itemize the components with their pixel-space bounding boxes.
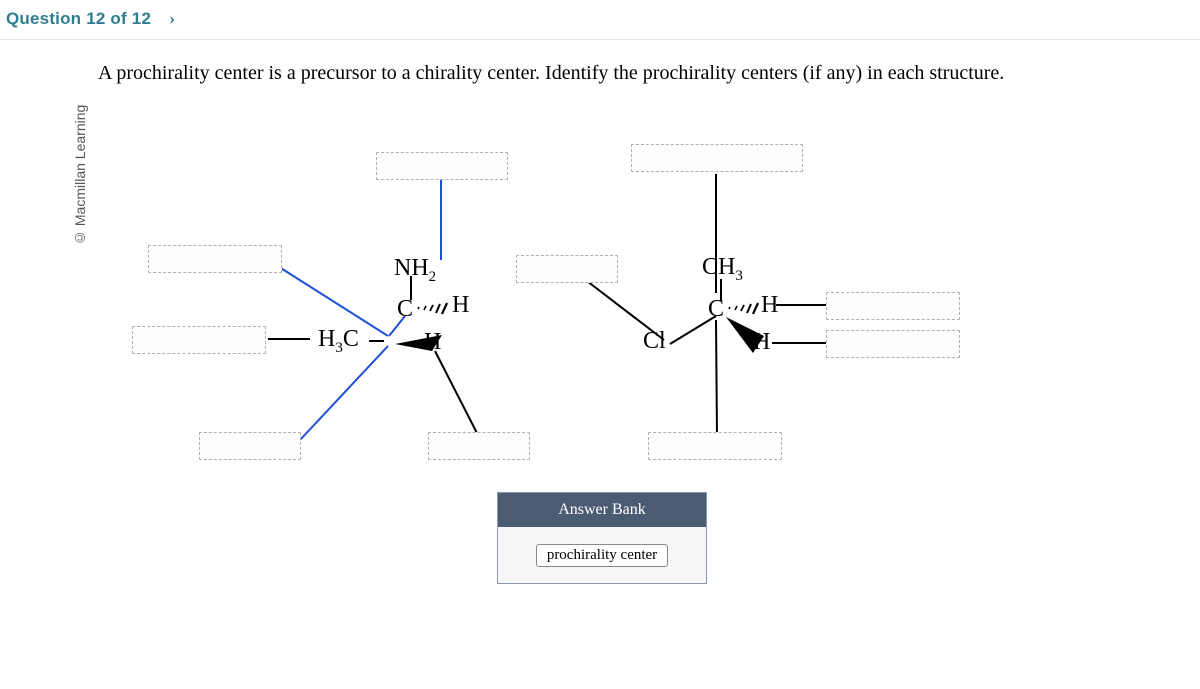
answer-bank-body: prochirality center — [498, 527, 706, 583]
label-hash-h-right: H — [761, 292, 778, 319]
dropzone-right-upper-right[interactable] — [826, 292, 960, 320]
label-wedge-h-right: H — [753, 329, 770, 356]
label-c-upper-left: C — [397, 296, 413, 323]
dropzone-right-bottom[interactable] — [648, 432, 782, 460]
dropzone-right-upperleft[interactable] — [516, 255, 618, 283]
question-prompt: A prochirality center is a precursor to … — [98, 62, 1004, 85]
copyright-label: © Macmillan Learning — [72, 46, 92, 246]
label-cl: Cl — [643, 328, 666, 355]
answer-bank-title: Answer Bank — [498, 493, 706, 527]
dropzone-right-top[interactable] — [631, 144, 803, 172]
structure-diagram — [0, 40, 1200, 686]
hash-wedge-left-upper — [418, 303, 447, 314]
label-h3c: H3C — [318, 326, 359, 357]
answer-bank: Answer Bank prochirality center — [497, 492, 707, 584]
label-wedge-h-left: H — [424, 329, 441, 356]
label-hash-h-left: H — [452, 292, 469, 319]
hash-wedge-right-upper — [729, 303, 758, 314]
question-body: © Macmillan Learning A prochirality cent… — [0, 40, 1200, 686]
label-ch3: CH3 — [702, 254, 743, 285]
dropzone-left-lowerright[interactable] — [428, 432, 530, 460]
answer-chip-prochirality[interactable]: prochirality center — [536, 544, 668, 567]
label-nh2: NH2 — [394, 255, 436, 286]
question-number: Question 12 of 12 — [6, 9, 151, 29]
dropzone-left-midleft[interactable] — [132, 326, 266, 354]
question-header: Question 12 of 12 › — [0, 0, 1200, 40]
dropzone-right-lower-right[interactable] — [826, 330, 960, 358]
dropzone-left-upperleft[interactable] — [148, 245, 282, 273]
label-c-upper-right: C — [708, 296, 724, 323]
dropzone-left-lowerleft[interactable] — [199, 432, 301, 460]
dropzone-left-top[interactable] — [376, 152, 508, 180]
next-question-icon[interactable]: › — [169, 8, 175, 29]
